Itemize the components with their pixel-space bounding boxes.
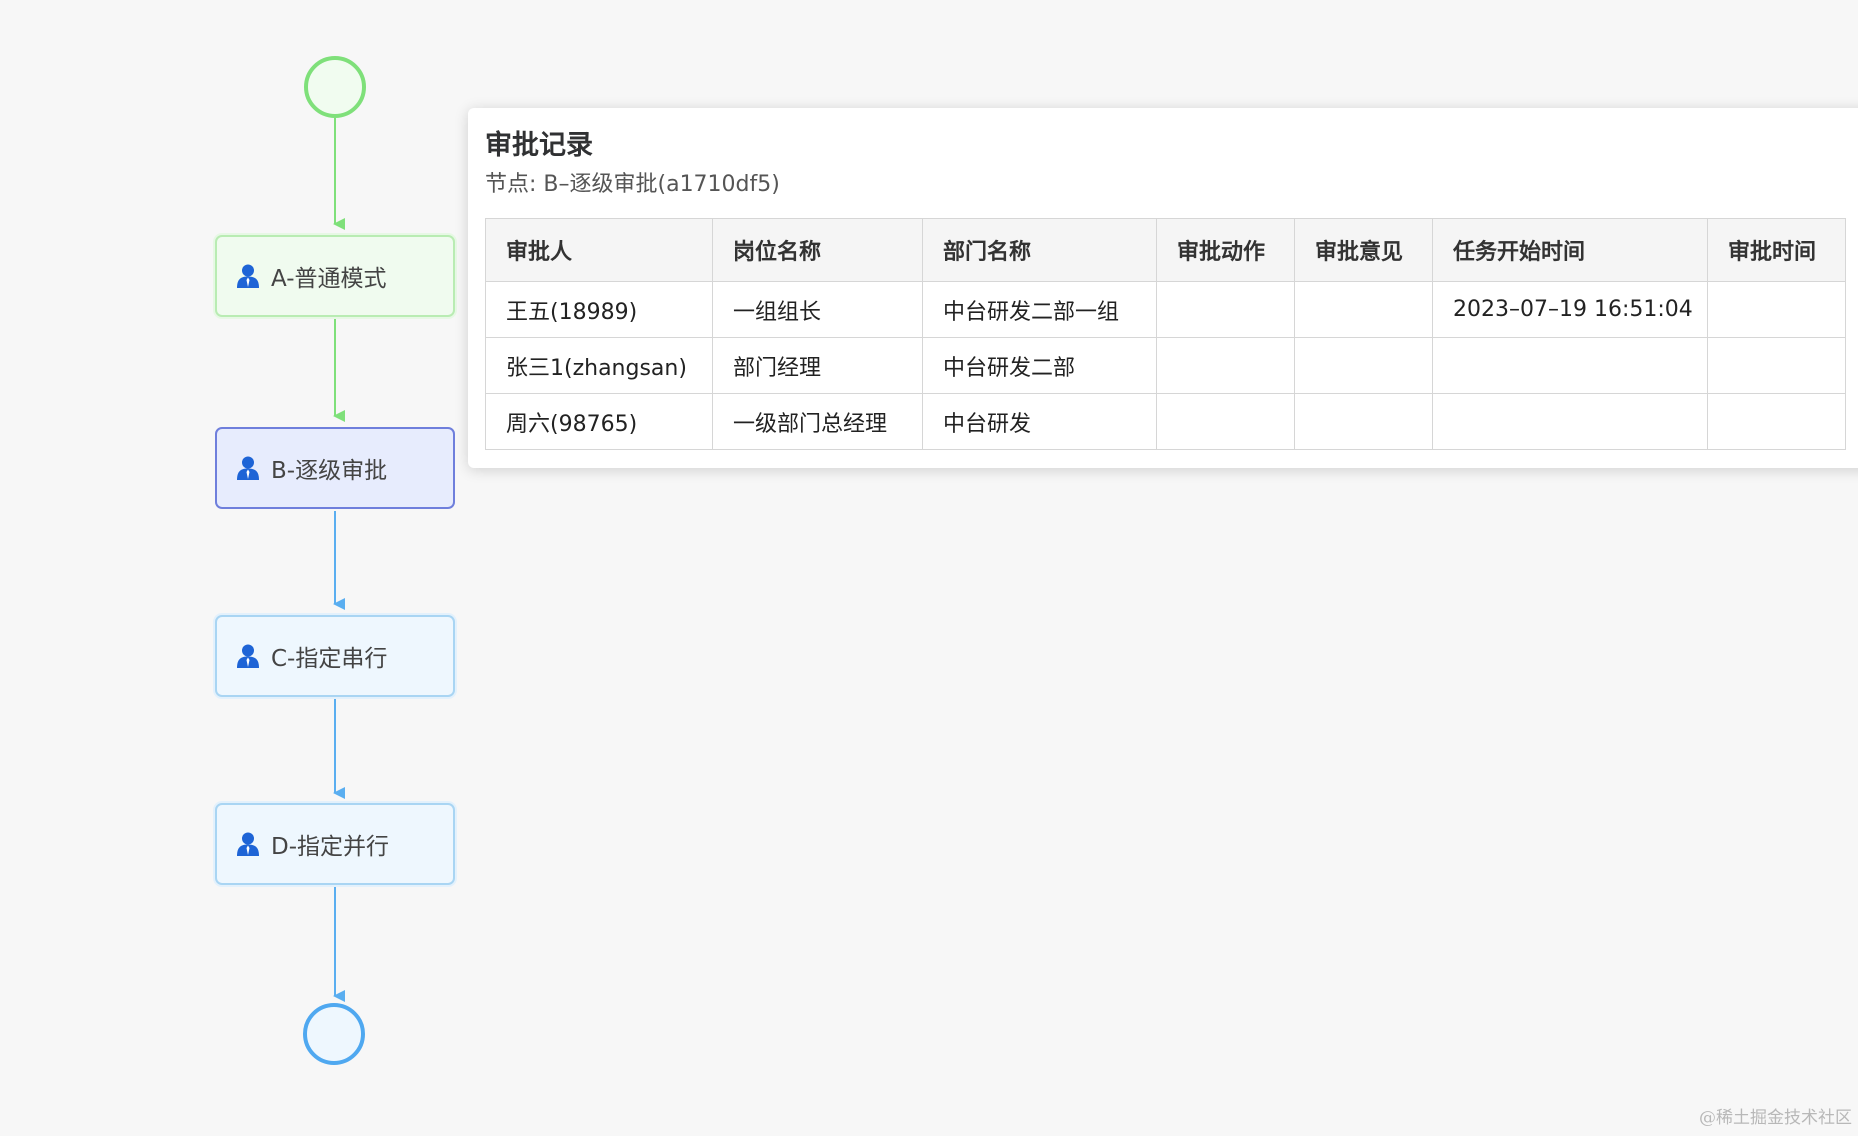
table-cell: 部门经理 (712, 337, 923, 394)
table-cell: 中台研发 (922, 393, 1157, 450)
table-cell (1707, 337, 1846, 394)
table-cell: 张三1(zhangsan) (485, 337, 713, 394)
table-cell (1432, 337, 1708, 394)
flow-node-b[interactable]: B-逐级审批 (215, 427, 455, 509)
column-header: 审批人 (485, 218, 713, 282)
flow-node-label: C-指定串行 (271, 646, 388, 672)
table-cell: 一组组长 (712, 281, 923, 338)
table-cell: 一级部门总经理 (712, 393, 923, 450)
column-header: 部门名称 (922, 218, 1157, 282)
user-icon (237, 644, 259, 668)
table-cell: 周六(98765) (485, 393, 713, 450)
table-cell (1707, 393, 1846, 450)
user-icon (237, 456, 259, 480)
flow-node-d[interactable]: D-指定并行 (215, 803, 455, 885)
table-cell: 中台研发二部一组 (922, 281, 1157, 338)
table-cell: 中台研发二部 (922, 337, 1157, 394)
column-header: 岗位名称 (712, 218, 923, 282)
column-header: 审批时间 (1707, 218, 1846, 282)
column-header: 审批动作 (1156, 218, 1295, 282)
table-cell: 王五(18989) (485, 281, 713, 338)
flow-node-c[interactable]: C-指定串行 (215, 615, 455, 697)
approval-record-table: 审批人 岗位名称 部门名称 审批动作 审批意见 任务开始时间 审批时间 王五(1… (485, 218, 1846, 450)
popup-title: 审批记录 (485, 130, 593, 161)
flow-node-label: B-逐级审批 (271, 458, 388, 484)
table-row: 张三1(zhangsan) 部门经理 中台研发二部 (485, 337, 1846, 394)
table-cell (1432, 393, 1708, 450)
user-icon (237, 832, 259, 856)
column-header: 任务开始时间 (1432, 218, 1708, 282)
table-cell (1156, 281, 1295, 338)
popup-subtitle: 节点: B–逐级审批(a1710df5) (485, 172, 780, 197)
table-row: 王五(18989) 一组组长 中台研发二部一组 2023–07–19 16:51… (485, 281, 1846, 338)
table-cell (1294, 281, 1433, 338)
flow-node-a[interactable]: A-普通模式 (215, 235, 455, 317)
approval-record-popup: 审批记录 节点: B–逐级审批(a1710df5) 审批人 岗位名称 部门名称 … (468, 108, 1858, 468)
table-cell (1294, 393, 1433, 450)
column-header: 审批意见 (1294, 218, 1433, 282)
start-event[interactable] (304, 56, 366, 118)
table-header-row: 审批人 岗位名称 部门名称 审批动作 审批意见 任务开始时间 审批时间 (485, 218, 1846, 282)
table-cell (1156, 393, 1295, 450)
user-icon (237, 264, 259, 288)
table-cell (1707, 281, 1846, 338)
table-cell: 2023–07–19 16:51:04 (1432, 281, 1708, 338)
table-cell (1294, 337, 1433, 394)
flow-node-label: D-指定并行 (271, 834, 390, 860)
table-row: 周六(98765) 一级部门总经理 中台研发 (485, 393, 1846, 450)
flow-node-label: A-普通模式 (271, 266, 387, 292)
table-cell (1156, 337, 1295, 394)
watermark: @稀土掘金技术社区 (1699, 1108, 1852, 1128)
end-event[interactable] (303, 1003, 365, 1065)
